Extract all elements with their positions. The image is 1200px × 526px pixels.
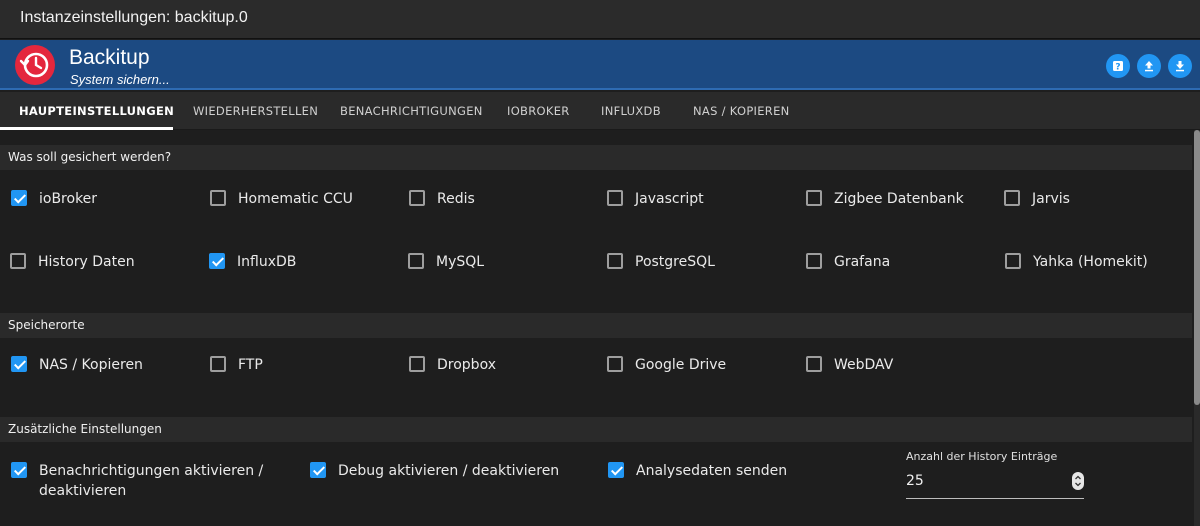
tab-nas-kopieren[interactable]: NAS / KOPIEREN xyxy=(693,92,790,130)
tab-bar: HAUPTEINSTELLUNGEN WIEDERHERSTELLEN BENA… xyxy=(0,92,1200,130)
app-name: Backitup xyxy=(69,46,150,69)
checkbox-box[interactable] xyxy=(607,253,623,269)
window-titlebar: Instanzeinstellungen: backitup.0 xyxy=(0,0,1200,39)
checkbox-box[interactable] xyxy=(11,190,27,206)
upload-icon xyxy=(1145,61,1153,72)
tab-haupteinstellungen[interactable]: HAUPTEINSTELLUNGEN xyxy=(19,92,174,130)
checkbox-label: Google Drive xyxy=(635,357,727,373)
checkbox-box[interactable] xyxy=(806,190,822,206)
checkbox-grafana[interactable]: Grafana xyxy=(806,252,890,272)
checkbox-influxdb[interactable]: InfluxDB xyxy=(209,252,296,272)
checkbox-box[interactable] xyxy=(11,356,27,372)
checkbox-javascript[interactable]: Javascript xyxy=(607,189,704,209)
checkbox-box[interactable] xyxy=(607,356,623,372)
checkbox-label: Javascript xyxy=(635,191,704,207)
checkbox-label: FTP xyxy=(238,357,263,373)
checkbox-benachrichtigungen[interactable]: Benachrichtigungen aktivieren / deaktivi… xyxy=(11,461,271,501)
active-tab-indicator xyxy=(0,127,173,130)
checkbox-nas-kopieren[interactable]: NAS / Kopieren xyxy=(11,355,143,375)
download-button[interactable] xyxy=(1168,54,1192,78)
question-icon: ? xyxy=(1113,61,1123,72)
section-header-storage: Speicherorte xyxy=(0,313,1192,338)
tab-iobroker[interactable]: IOBROKER xyxy=(507,92,570,130)
checkbox-label: Benachrichtigungen aktivieren / deaktivi… xyxy=(39,463,264,499)
checkbox-box[interactable] xyxy=(409,356,425,372)
checkbox-box[interactable] xyxy=(10,253,26,269)
app-subtitle: System sichern... xyxy=(70,72,170,87)
tab-wiederherstellen[interactable]: WIEDERHERSTELLEN xyxy=(193,92,318,130)
checkbox-google-drive[interactable]: Google Drive xyxy=(607,355,726,375)
checkbox-label: Debug aktivieren / deaktivieren xyxy=(338,463,560,479)
history-count-label: Anzahl der History Einträge xyxy=(906,450,1058,463)
window-title: Instanzeinstellungen: backitup.0 xyxy=(20,9,248,26)
upload-button[interactable] xyxy=(1137,54,1161,78)
checkbox-label: Grafana xyxy=(834,254,891,270)
checkbox-dropbox[interactable]: Dropbox xyxy=(409,355,496,375)
checkbox-box[interactable] xyxy=(210,356,226,372)
checkbox-debug[interactable]: Debug aktivieren / deaktivieren xyxy=(310,461,559,481)
section-header-extra: Zusätzliche Einstellungen xyxy=(0,417,1192,442)
checkbox-box[interactable] xyxy=(408,253,424,269)
checkbox-webdav[interactable]: WebDAV xyxy=(806,355,893,375)
checkbox-label: MySQL xyxy=(436,254,485,270)
checkbox-box[interactable] xyxy=(608,462,624,478)
checkbox-analysedaten[interactable]: Analysedaten senden xyxy=(608,461,787,481)
checkbox-label: Redis xyxy=(437,191,475,207)
number-stepper-icon[interactable] xyxy=(1072,472,1084,490)
download-icon xyxy=(1176,61,1184,72)
checkbox-label: Zigbee Datenbank xyxy=(834,191,964,207)
history-count-input[interactable]: 25 xyxy=(906,469,1084,499)
tab-benachrichtigungen[interactable]: BENACHRICHTIGUNGEN xyxy=(340,92,483,130)
svg-text:?: ? xyxy=(1115,62,1120,72)
checkbox-label: History Daten xyxy=(38,254,135,270)
checkbox-box[interactable] xyxy=(11,462,27,478)
checkbox-yahka-homekit[interactable]: Yahka (Homekit) xyxy=(1005,252,1148,272)
checkbox-box[interactable] xyxy=(1004,190,1020,206)
checkbox-postgresql[interactable]: PostgreSQL xyxy=(607,252,715,272)
checkbox-box[interactable] xyxy=(1005,253,1021,269)
scrollbar-thumb[interactable] xyxy=(1194,130,1200,405)
checkbox-label: ioBroker xyxy=(39,191,98,207)
checkbox-label: InfluxDB xyxy=(237,254,297,270)
checkbox-box[interactable] xyxy=(806,356,822,372)
checkbox-box[interactable] xyxy=(607,190,623,206)
app-header: Backitup System sichern... ? xyxy=(0,40,1200,90)
help-button[interactable]: ? xyxy=(1106,54,1130,78)
checkbox-box[interactable] xyxy=(310,462,326,478)
checkbox-box[interactable] xyxy=(210,190,226,206)
history-count-value[interactable]: 25 xyxy=(906,473,924,489)
checkbox-box[interactable] xyxy=(409,190,425,206)
checkbox-iobroker[interactable]: ioBroker xyxy=(11,189,97,209)
checkbox-homematic-ccu[interactable]: Homematic CCU xyxy=(210,189,353,209)
section-header-backup: Was soll gesichert werden? xyxy=(0,145,1192,170)
scrollbar[interactable] xyxy=(1194,130,1200,526)
checkbox-label: Jarvis xyxy=(1032,191,1070,207)
checkbox-zigbee-datenbank[interactable]: Zigbee Datenbank xyxy=(806,189,964,209)
restore-clock-icon xyxy=(15,45,55,85)
checkbox-label: PostgreSQL xyxy=(635,254,715,270)
checkbox-redis[interactable]: Redis xyxy=(409,189,475,209)
checkbox-label: Analysedaten senden xyxy=(636,463,788,479)
checkbox-label: NAS / Kopieren xyxy=(39,357,143,373)
checkbox-label: Dropbox xyxy=(437,357,496,373)
checkbox-label: Homematic CCU xyxy=(238,191,353,207)
checkbox-label: WebDAV xyxy=(834,357,894,373)
checkbox-box[interactable] xyxy=(806,253,822,269)
tab-influxdb[interactable]: INFLUXDB xyxy=(601,92,661,130)
checkbox-box[interactable] xyxy=(209,253,225,269)
checkbox-mysql[interactable]: MySQL xyxy=(408,252,484,272)
checkbox-ftp[interactable]: FTP xyxy=(210,355,263,375)
checkbox-jarvis[interactable]: Jarvis xyxy=(1004,189,1070,209)
checkbox-label: Yahka (Homekit) xyxy=(1033,254,1148,270)
checkbox-history-daten[interactable]: History Daten xyxy=(10,252,135,272)
